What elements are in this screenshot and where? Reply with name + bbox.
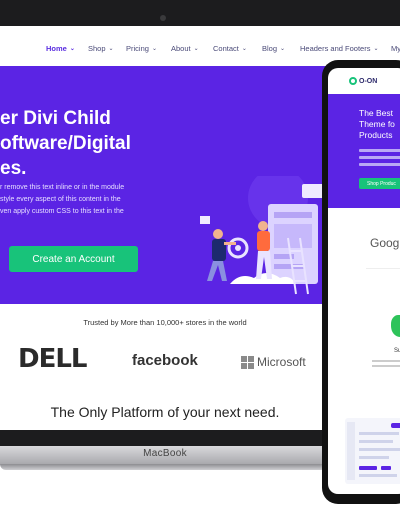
laptop-top-bezel bbox=[0, 0, 400, 26]
microsoft-grid-icon bbox=[241, 355, 254, 369]
phone-hero-title-line: The Best bbox=[359, 108, 394, 118]
hero-body-line: style every aspect of this content in th… bbox=[0, 196, 121, 203]
chevron-down-icon: ⌄ bbox=[193, 46, 199, 52]
phone-logo-text: O-ON bbox=[359, 77, 378, 85]
hero-illustration bbox=[200, 176, 324, 295]
phone-hero-body bbox=[359, 149, 400, 179]
nav-item-about[interactable]: About ⌄ bbox=[171, 44, 199, 53]
nav-item-label: Pricing bbox=[126, 44, 149, 53]
divider bbox=[366, 268, 400, 269]
nav-item-pricing[interactable]: Pricing ⌄ bbox=[126, 44, 157, 53]
hero-title-line: er Divi Child bbox=[0, 108, 111, 129]
nav-item-home[interactable]: Home ⌄ bbox=[46, 44, 75, 53]
nav-item-label: Headers and Footers bbox=[300, 44, 371, 53]
dell-logo: DELL bbox=[18, 344, 87, 374]
chevron-down-icon: ⌄ bbox=[151, 46, 157, 52]
phone-dashboard-preview bbox=[345, 418, 400, 484]
microsoft-logo: Microsoft bbox=[241, 355, 306, 369]
google-logo: Goog bbox=[370, 236, 400, 250]
nav-item-label: Home bbox=[46, 44, 67, 53]
microsoft-logo-text: Microsoft bbox=[257, 355, 306, 369]
hero-title: er Divi Child oftware/Digital es. bbox=[0, 106, 320, 181]
trusted-by-text: Trusted by More than 10,000+ stores in t… bbox=[83, 318, 247, 327]
phone-shop-button[interactable]: Shop Produc bbox=[359, 178, 400, 189]
nav-item-contact[interactable]: Contact ⌄ bbox=[213, 44, 247, 53]
nav-item-label: Blog bbox=[262, 44, 278, 53]
phone-text-lines bbox=[372, 360, 400, 370]
facebook-logo: facebook bbox=[132, 352, 198, 369]
hero-body-line: r remove this text inline or in the modu… bbox=[0, 184, 125, 191]
chevron-down-icon: ⌄ bbox=[69, 46, 75, 52]
nav-item-label: My bbox=[391, 44, 400, 53]
phone-hero-title: The Best Theme fo Products bbox=[359, 108, 395, 141]
nav-item-label: Contact bbox=[213, 44, 239, 53]
nav-item-shop[interactable]: Shop ⌄ bbox=[88, 44, 114, 53]
nav-item-headers-footers[interactable]: Headers and Footers ⌄ bbox=[300, 44, 379, 53]
laptop-foot bbox=[0, 464, 330, 470]
logo-ring-icon bbox=[349, 77, 357, 85]
laptop-brand-label: MacBook bbox=[143, 448, 187, 459]
hero-title-line: oftware/Digital bbox=[0, 133, 131, 154]
nav-item-my[interactable]: My bbox=[391, 44, 400, 53]
phone-badge-text: Su bbox=[394, 348, 400, 354]
chevron-down-icon: ⌄ bbox=[108, 46, 114, 52]
nav-item-label: Shop bbox=[88, 44, 106, 53]
chevron-down-icon: ⌄ bbox=[241, 46, 247, 52]
phone-hero-title-line: Theme fo bbox=[359, 119, 395, 129]
chevron-down-icon: ⌄ bbox=[373, 46, 379, 52]
hero-body-line: ven apply custom CSS to this text in the bbox=[0, 208, 124, 215]
phone-hero-title-line: Products bbox=[359, 130, 393, 140]
nav-item-blog[interactable]: Blog ⌄ bbox=[262, 44, 285, 53]
chevron-down-icon: ⌄ bbox=[280, 46, 286, 52]
create-account-button[interactable]: Create an Account bbox=[9, 246, 138, 272]
phone-logo[interactable]: O-ON bbox=[349, 77, 377, 85]
camera-icon bbox=[160, 15, 166, 21]
platform-heading: The Only Platform of your next need. bbox=[50, 404, 280, 420]
hero-body-text: r remove this text inline or in the modu… bbox=[0, 182, 160, 218]
nav-item-label: About bbox=[171, 44, 191, 53]
